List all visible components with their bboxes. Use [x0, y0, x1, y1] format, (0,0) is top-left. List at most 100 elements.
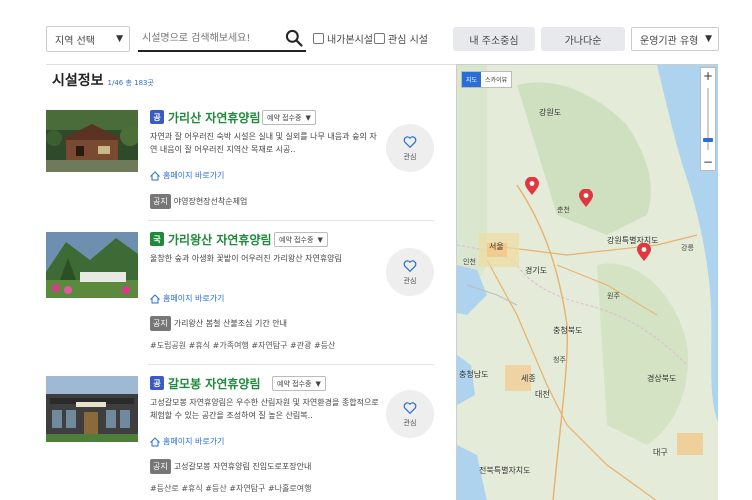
list-count: 1/46 총 183곳: [107, 79, 154, 87]
org-type-select[interactable]: 운영기관 유형 ▼: [631, 27, 719, 51]
interest-checkbox[interactable]: 관심 시설: [374, 31, 428, 46]
reservation-status-label: 예약 접수중: [279, 235, 314, 244]
map-marker-pin-icon[interactable]: [525, 177, 539, 195]
alphabetical-sort-button[interactable]: 가나다순: [541, 27, 625, 51]
search-icon[interactable]: [284, 28, 304, 48]
caret-down-icon: ▼: [305, 113, 311, 122]
zoom-out-button[interactable]: −: [701, 155, 715, 169]
interest-button-label: 관심: [403, 276, 417, 285]
public-type-badge: 공: [150, 110, 164, 124]
public-type-badge: 공: [150, 376, 164, 390]
zoom-control: + −: [700, 67, 716, 171]
map-label-chuncheon: 춘천: [557, 206, 570, 214]
facility-description: 고성갈모봉 자연휴양림은 우수한 산림자원 및 자연환경을 종합적으로 체험할 …: [150, 398, 379, 420]
caret-down-icon: ▼: [315, 379, 321, 388]
zoom-slider-handle[interactable]: [703, 138, 713, 142]
hashtag-list: #도립공원 #휴식 #가족여행 #자연탐구 #관광 #등산: [150, 341, 336, 350]
search-input[interactable]: [138, 26, 278, 51]
zoom-in-button[interactable]: +: [701, 69, 715, 83]
interest-button[interactable]: 관심: [386, 390, 434, 438]
homepage-link-label: 홈페이지 바로가기: [163, 437, 225, 446]
facility-name[interactable]: 가리산 자연휴양림: [168, 109, 261, 126]
card-divider: [148, 220, 434, 221]
filter-bar: 지역 선택 ▼ 내가본시설 관심 시설 내 주소중심 가나다순 운영기관 유형 …: [0, 0, 752, 62]
map-type-skyview[interactable]: 스카이뷰: [481, 72, 511, 87]
homepage-link-label: 홈페이지 바로가기: [163, 294, 225, 303]
checkbox-box[interactable]: [374, 33, 385, 44]
map-type-switch: 지도 스카이뷰: [461, 71, 513, 88]
map-label-wonju: 원주: [607, 292, 620, 300]
facility-thumbnail[interactable]: [46, 232, 138, 298]
map-label-gangwon: 강원도: [539, 108, 562, 117]
checkbox-box[interactable]: [313, 33, 324, 44]
map-panel[interactable]: 지도 스카이뷰 + − 강원도 춘천 강원특별자치도 서울 인천 경기도 강릉 …: [456, 64, 718, 500]
interest-button-label: 관심: [403, 418, 417, 427]
map-label-incheon: 인천: [463, 258, 476, 266]
facility-card[interactable]: 공 갈모봉 자연휴양림 예약 접수중 ▼ 고성갈모봉 자연휴양림은 우수한 산림…: [46, 376, 434, 500]
map-label-daejeon: 대전: [535, 390, 550, 399]
reservation-status-label: 예약 접수중: [277, 379, 312, 388]
facility-name[interactable]: 갈모봉 자연휴양림: [168, 375, 261, 392]
divider: [46, 64, 456, 65]
visited-checkbox-label: 내가본시설: [327, 35, 373, 46]
map-marker-pin-icon[interactable]: [637, 243, 651, 261]
facility-card[interactable]: 공 가리산 자연휴양림 예약 접수중 ▼ 자연과 잘 어우러진 숙박 시설은 실…: [46, 110, 434, 210]
map-label-jeonbuk: 전북특별자치도: [479, 466, 531, 475]
hashtag-list: #등산로 #휴식 #등산 #자연탐구 #나홀로여행: [150, 484, 312, 493]
facility-card[interactable]: 국 가리왕산 자연휴양림 예약 접수중 ▼ 울창한 숲과 아생화 꽃밭이 어우러…: [46, 232, 434, 356]
region-select-value: 지역 선택: [55, 35, 95, 47]
notice-text[interactable]: 야영장현장선착순제업: [174, 196, 248, 207]
map-label-gyeongbuk: 경상북도: [647, 374, 677, 383]
address-center-button[interactable]: 내 주소중심: [453, 27, 535, 51]
org-type-select-value: 운영기관 유형: [640, 35, 699, 47]
homepage-link[interactable]: 홈페이지 바로가기: [150, 293, 224, 304]
homepage-link-label: 홈페이지 바로가기: [163, 171, 225, 180]
chevron-down-icon: ▼: [705, 34, 712, 44]
reservation-status-select[interactable]: 예약 접수중 ▼: [274, 232, 328, 247]
region-select[interactable]: 지역 선택 ▼: [46, 26, 130, 52]
reservation-status-select[interactable]: 예약 접수중 ▼: [262, 110, 316, 125]
map-label-gyeonggi: 경기도: [525, 266, 548, 275]
heart-icon: [403, 401, 417, 414]
korea-map[interactable]: [457, 65, 718, 500]
facility-thumbnail[interactable]: [46, 110, 138, 172]
map-label-chungnam: 충청남도: [459, 370, 489, 379]
map-label-cheongju: 청주: [553, 356, 566, 364]
national-type-badge: 국: [150, 232, 164, 246]
home-icon: [150, 436, 160, 446]
card-divider: [148, 364, 434, 365]
search-box: [138, 26, 306, 52]
visited-checkbox[interactable]: 내가본시설: [313, 31, 373, 46]
notice-text[interactable]: 고성갈모봉 자연휴양림 진입도로포장안내: [174, 461, 312, 472]
map-label-seoul: 서울: [489, 242, 504, 251]
list-header: 시설정보 1/46 총 183곳: [52, 70, 154, 90]
map-label-chungbuk: 충청북도: [553, 326, 583, 335]
reservation-status-select[interactable]: 예약 접수중 ▼: [272, 376, 326, 391]
map-label-sejong: 세종: [521, 374, 536, 383]
facility-thumbnail[interactable]: [46, 376, 138, 442]
notice-line[interactable]: 공지 야영장현장선착순제업: [150, 194, 247, 209]
reservation-status-label: 예약 접수중: [267, 113, 302, 122]
notice-tag: 공지: [150, 459, 171, 474]
notice-line[interactable]: 공지 가리왕산 봄철 산불조심 기간 안내: [150, 316, 287, 331]
interest-button[interactable]: 관심: [386, 124, 434, 172]
list-title: 시설정보: [52, 73, 104, 89]
heart-icon: [403, 259, 417, 272]
map-type-map[interactable]: 지도: [462, 72, 482, 87]
notice-tag: 공지: [150, 316, 171, 331]
homepage-link[interactable]: 홈페이지 바로가기: [150, 436, 224, 447]
notice-text[interactable]: 가리왕산 봄철 산불조심 기간 안내: [174, 318, 287, 329]
notice-line[interactable]: 공지 고성갈모봉 자연휴양림 진입도로포장안내: [150, 459, 311, 474]
map-label-gangneung: 강릉: [681, 244, 694, 252]
facility-description: 울창한 숲과 아생화 꽃밭이 어우러진 가리왕산 자연휴양림: [150, 254, 342, 263]
interest-button[interactable]: 관심: [386, 248, 434, 296]
home-icon: [150, 170, 160, 180]
facility-description: 자연과 잘 어우러진 숙박 시설은 실내 및 실외를 나무 내음과 숲의 자연 …: [150, 132, 377, 154]
map-label-daegu: 대구: [653, 448, 668, 457]
interest-button-label: 관심: [403, 152, 417, 161]
map-marker-pin-icon[interactable]: [579, 189, 593, 207]
home-icon: [150, 293, 160, 303]
homepage-link[interactable]: 홈페이지 바로가기: [150, 170, 224, 181]
facility-name[interactable]: 가리왕산 자연휴양림: [168, 231, 272, 248]
chevron-down-icon: ▼: [116, 34, 123, 44]
